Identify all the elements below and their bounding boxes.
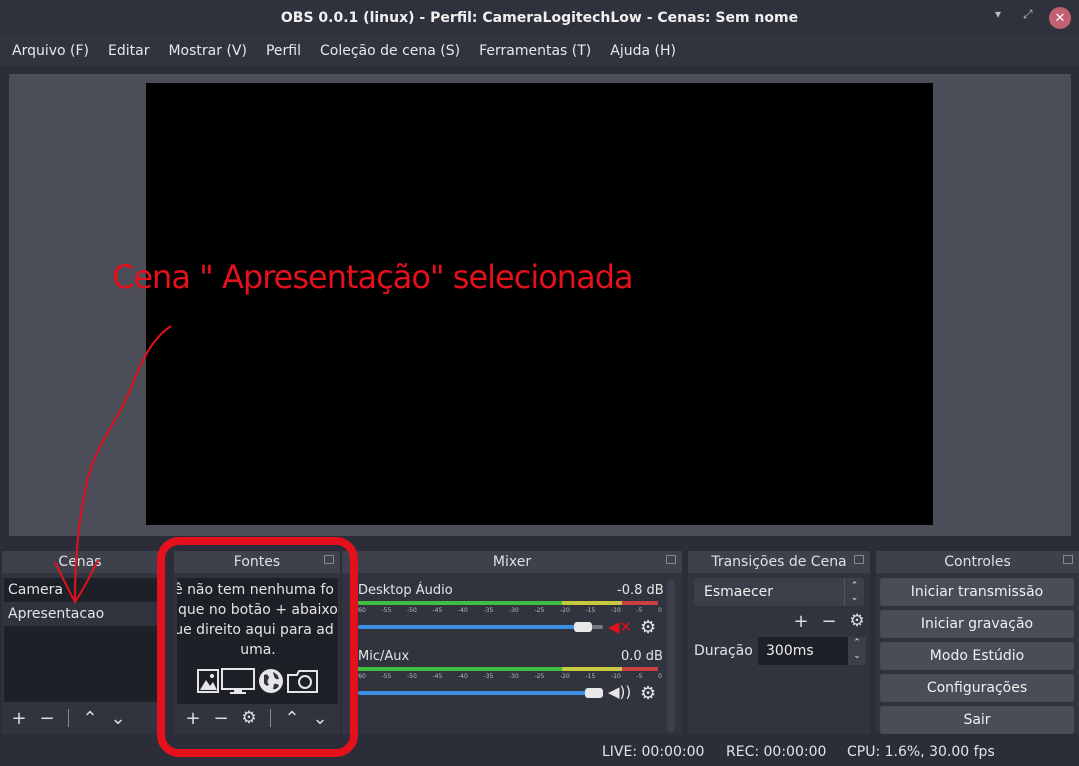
- obs-window: OBS 0.0.1 (linux) - Perfil: CameraLogite…: [0, 0, 1079, 766]
- annotation-highlight-box: [157, 537, 358, 757]
